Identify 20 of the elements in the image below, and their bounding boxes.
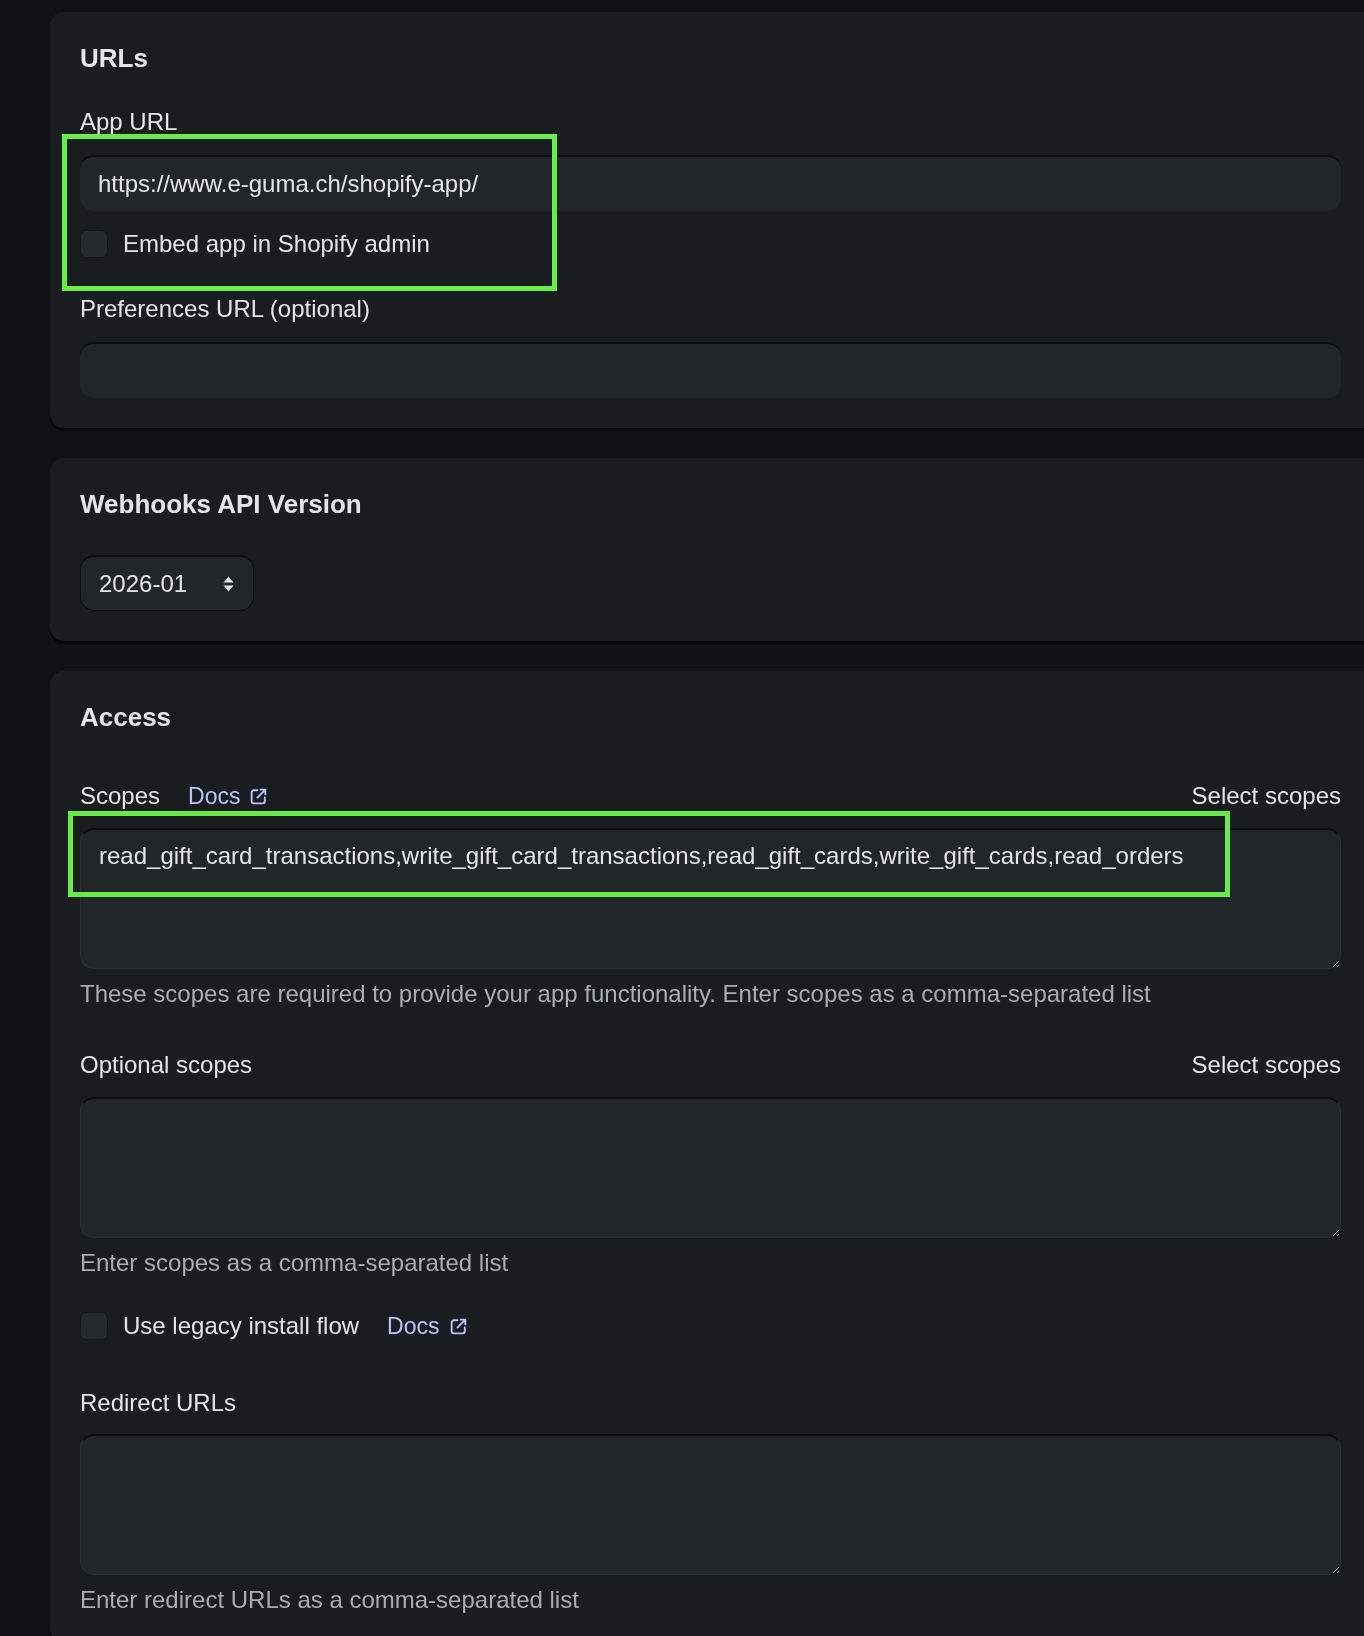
help-text: Enter scopes as a comma-separated list: [80, 1250, 510, 1276]
docs-link[interactable]: Docs: [188, 782, 270, 810]
field-label: Optional scopes: [80, 1052, 253, 1078]
section-title: Webhooks API Version: [80, 491, 362, 517]
docs-link[interactable]: Docs: [387, 1312, 469, 1340]
help-text: These scopes are required to provide your app functionality. Enter scopes as a comma-separated list: [80, 981, 1152, 1007]
text-area[interactable]: read_gift_card_transactions,write_gift_card_transactions,read_gift_cards,write_gift_cards,read_orders: [80, 828, 1341, 969]
field-label: App URL: [80, 109, 178, 135]
section-title: Access: [80, 704, 172, 730]
select-scopes-link[interactable]: Select scopes: [1191, 782, 1341, 810]
version-select[interactable]: 2026-01: [80, 555, 254, 611]
checkbox-label: Embed app in Shopify admin: [123, 230, 430, 258]
help-text: Enter redirect URLs as a comma-separated list: [80, 1587, 580, 1613]
select-scopes-link[interactable]: Select scopes: [1191, 1051, 1341, 1079]
checkbox-label: Use legacy install flow: [123, 1312, 360, 1340]
field-label: Scopes: [80, 783, 161, 809]
text-input[interactable]: https://www.e-guma.ch/shopify-app/: [80, 155, 1341, 211]
field-label: Redirect URLs: [80, 1390, 237, 1416]
section-title: URLs: [80, 45, 148, 71]
field-label: Preferences URL (optional): [80, 296, 370, 322]
